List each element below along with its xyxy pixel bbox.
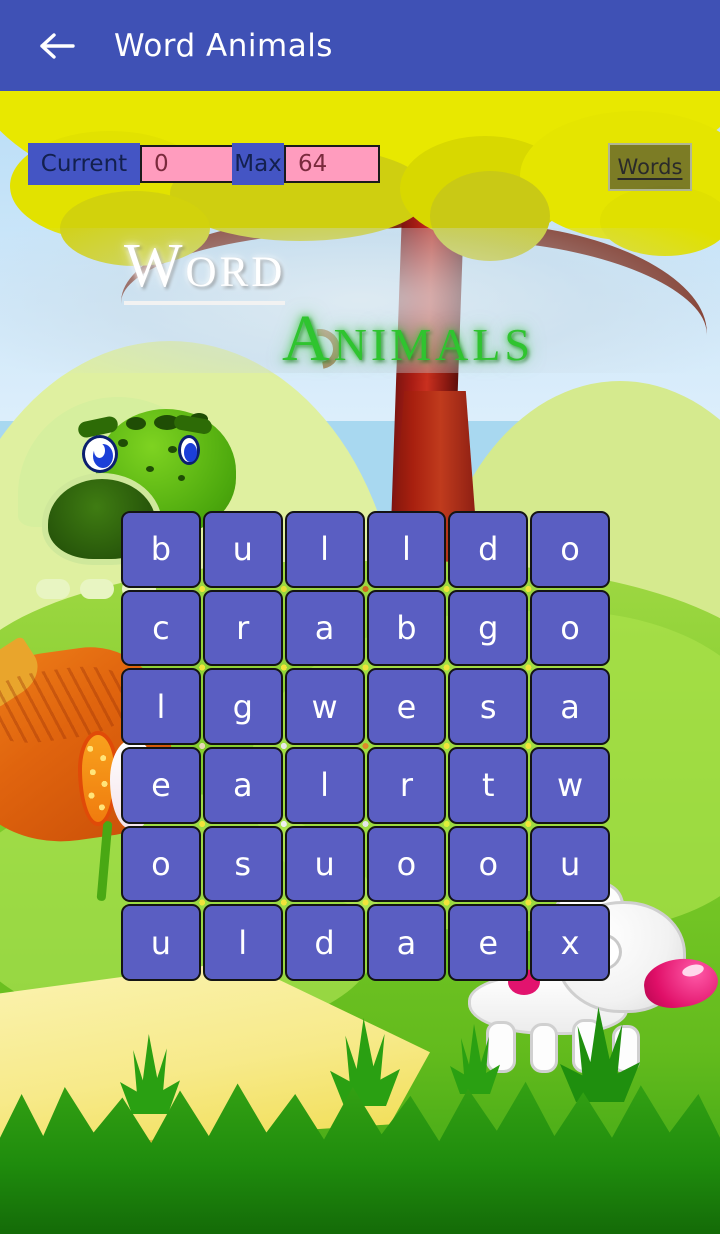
letter-tile[interactable]: t [448, 746, 529, 824]
letter-tile[interactable]: l [284, 511, 365, 588]
letter-tile[interactable]: e [121, 746, 201, 824]
letter-tile[interactable]: r [202, 589, 283, 667]
turtle-spot [126, 417, 146, 430]
letter-tile[interactable]: l [121, 668, 201, 745]
turtle-spot [178, 475, 185, 481]
words-button-label: Words [617, 155, 683, 179]
letter-tile[interactable]: a [202, 746, 283, 824]
max-score-label: Max [232, 143, 284, 185]
letter-tile[interactable]: a [530, 668, 610, 745]
letter-tile[interactable]: s [448, 668, 529, 745]
letter-tile[interactable]: d [284, 904, 365, 981]
turtle-foot [80, 579, 114, 599]
logo-line-animals: Animals [282, 302, 535, 375]
words-button[interactable]: Words [608, 143, 692, 191]
letter-tile[interactable]: w [530, 746, 610, 824]
letter-tile[interactable]: u [202, 511, 283, 588]
letter-tile[interactable]: s [202, 825, 283, 903]
max-score: Max 64 [232, 143, 380, 185]
logo-line-word: Word [124, 233, 286, 306]
letter-tile[interactable]: d [448, 511, 529, 588]
poodle-leg [530, 1023, 558, 1073]
poodle-leg [486, 1021, 516, 1073]
letter-tile[interactable]: o [530, 589, 610, 667]
turtle-eye [178, 435, 200, 465]
letter-tile[interactable]: a [284, 589, 365, 667]
letter-tile[interactable]: l [284, 746, 365, 824]
letter-tile[interactable]: x [530, 904, 610, 981]
max-score-value: 64 [284, 145, 380, 183]
letter-tile[interactable]: c [121, 589, 201, 667]
letter-tile[interactable]: b [366, 589, 447, 667]
letter-tile[interactable]: u [121, 904, 201, 981]
page-title: Word Animals [114, 27, 333, 64]
letter-tile[interactable]: r [366, 746, 447, 824]
letter-tile[interactable]: a [366, 904, 447, 981]
letter-tile[interactable]: o [448, 825, 529, 903]
letter-tile[interactable]: l [366, 511, 447, 588]
letter-tile[interactable]: l [202, 904, 283, 981]
letter-tile[interactable]: g [202, 668, 283, 745]
letter-tile[interactable]: g [448, 589, 529, 667]
letter-tile[interactable]: o [530, 511, 610, 588]
letter-tile[interactable]: b [121, 511, 201, 588]
current-score-label: Current [28, 143, 140, 185]
letter-tile[interactable]: o [121, 825, 201, 903]
turtle-spot [168, 446, 177, 453]
turtle-spot [146, 466, 154, 472]
turtle-pupil [94, 443, 105, 458]
current-score: Current 0 [28, 143, 236, 185]
back-button[interactable] [22, 11, 92, 81]
arrow-left-icon [40, 32, 75, 59]
game-screen: Word Animals Current 0 Max 64 Words Word… [0, 0, 720, 1234]
score-hud: Current 0 Max 64 Words [0, 143, 720, 191]
app-bar: Word Animals [0, 0, 720, 91]
letter-tile[interactable]: e [366, 668, 447, 745]
letter-tile[interactable]: e [448, 904, 529, 981]
turtle-spot [118, 439, 128, 447]
letter-tile[interactable]: u [284, 825, 365, 903]
game-logo: Word Animals [0, 228, 720, 373]
letter-grid[interactable]: bulldocrabgolgwesaealrtwosuoouuldaex [121, 511, 610, 981]
letter-tile[interactable]: u [530, 825, 610, 903]
flower-petal-dots [85, 741, 111, 819]
current-score-value: 0 [140, 145, 236, 183]
turtle-foot [36, 579, 70, 599]
letter-tile[interactable]: o [366, 825, 447, 903]
letter-tile[interactable]: w [284, 668, 365, 745]
